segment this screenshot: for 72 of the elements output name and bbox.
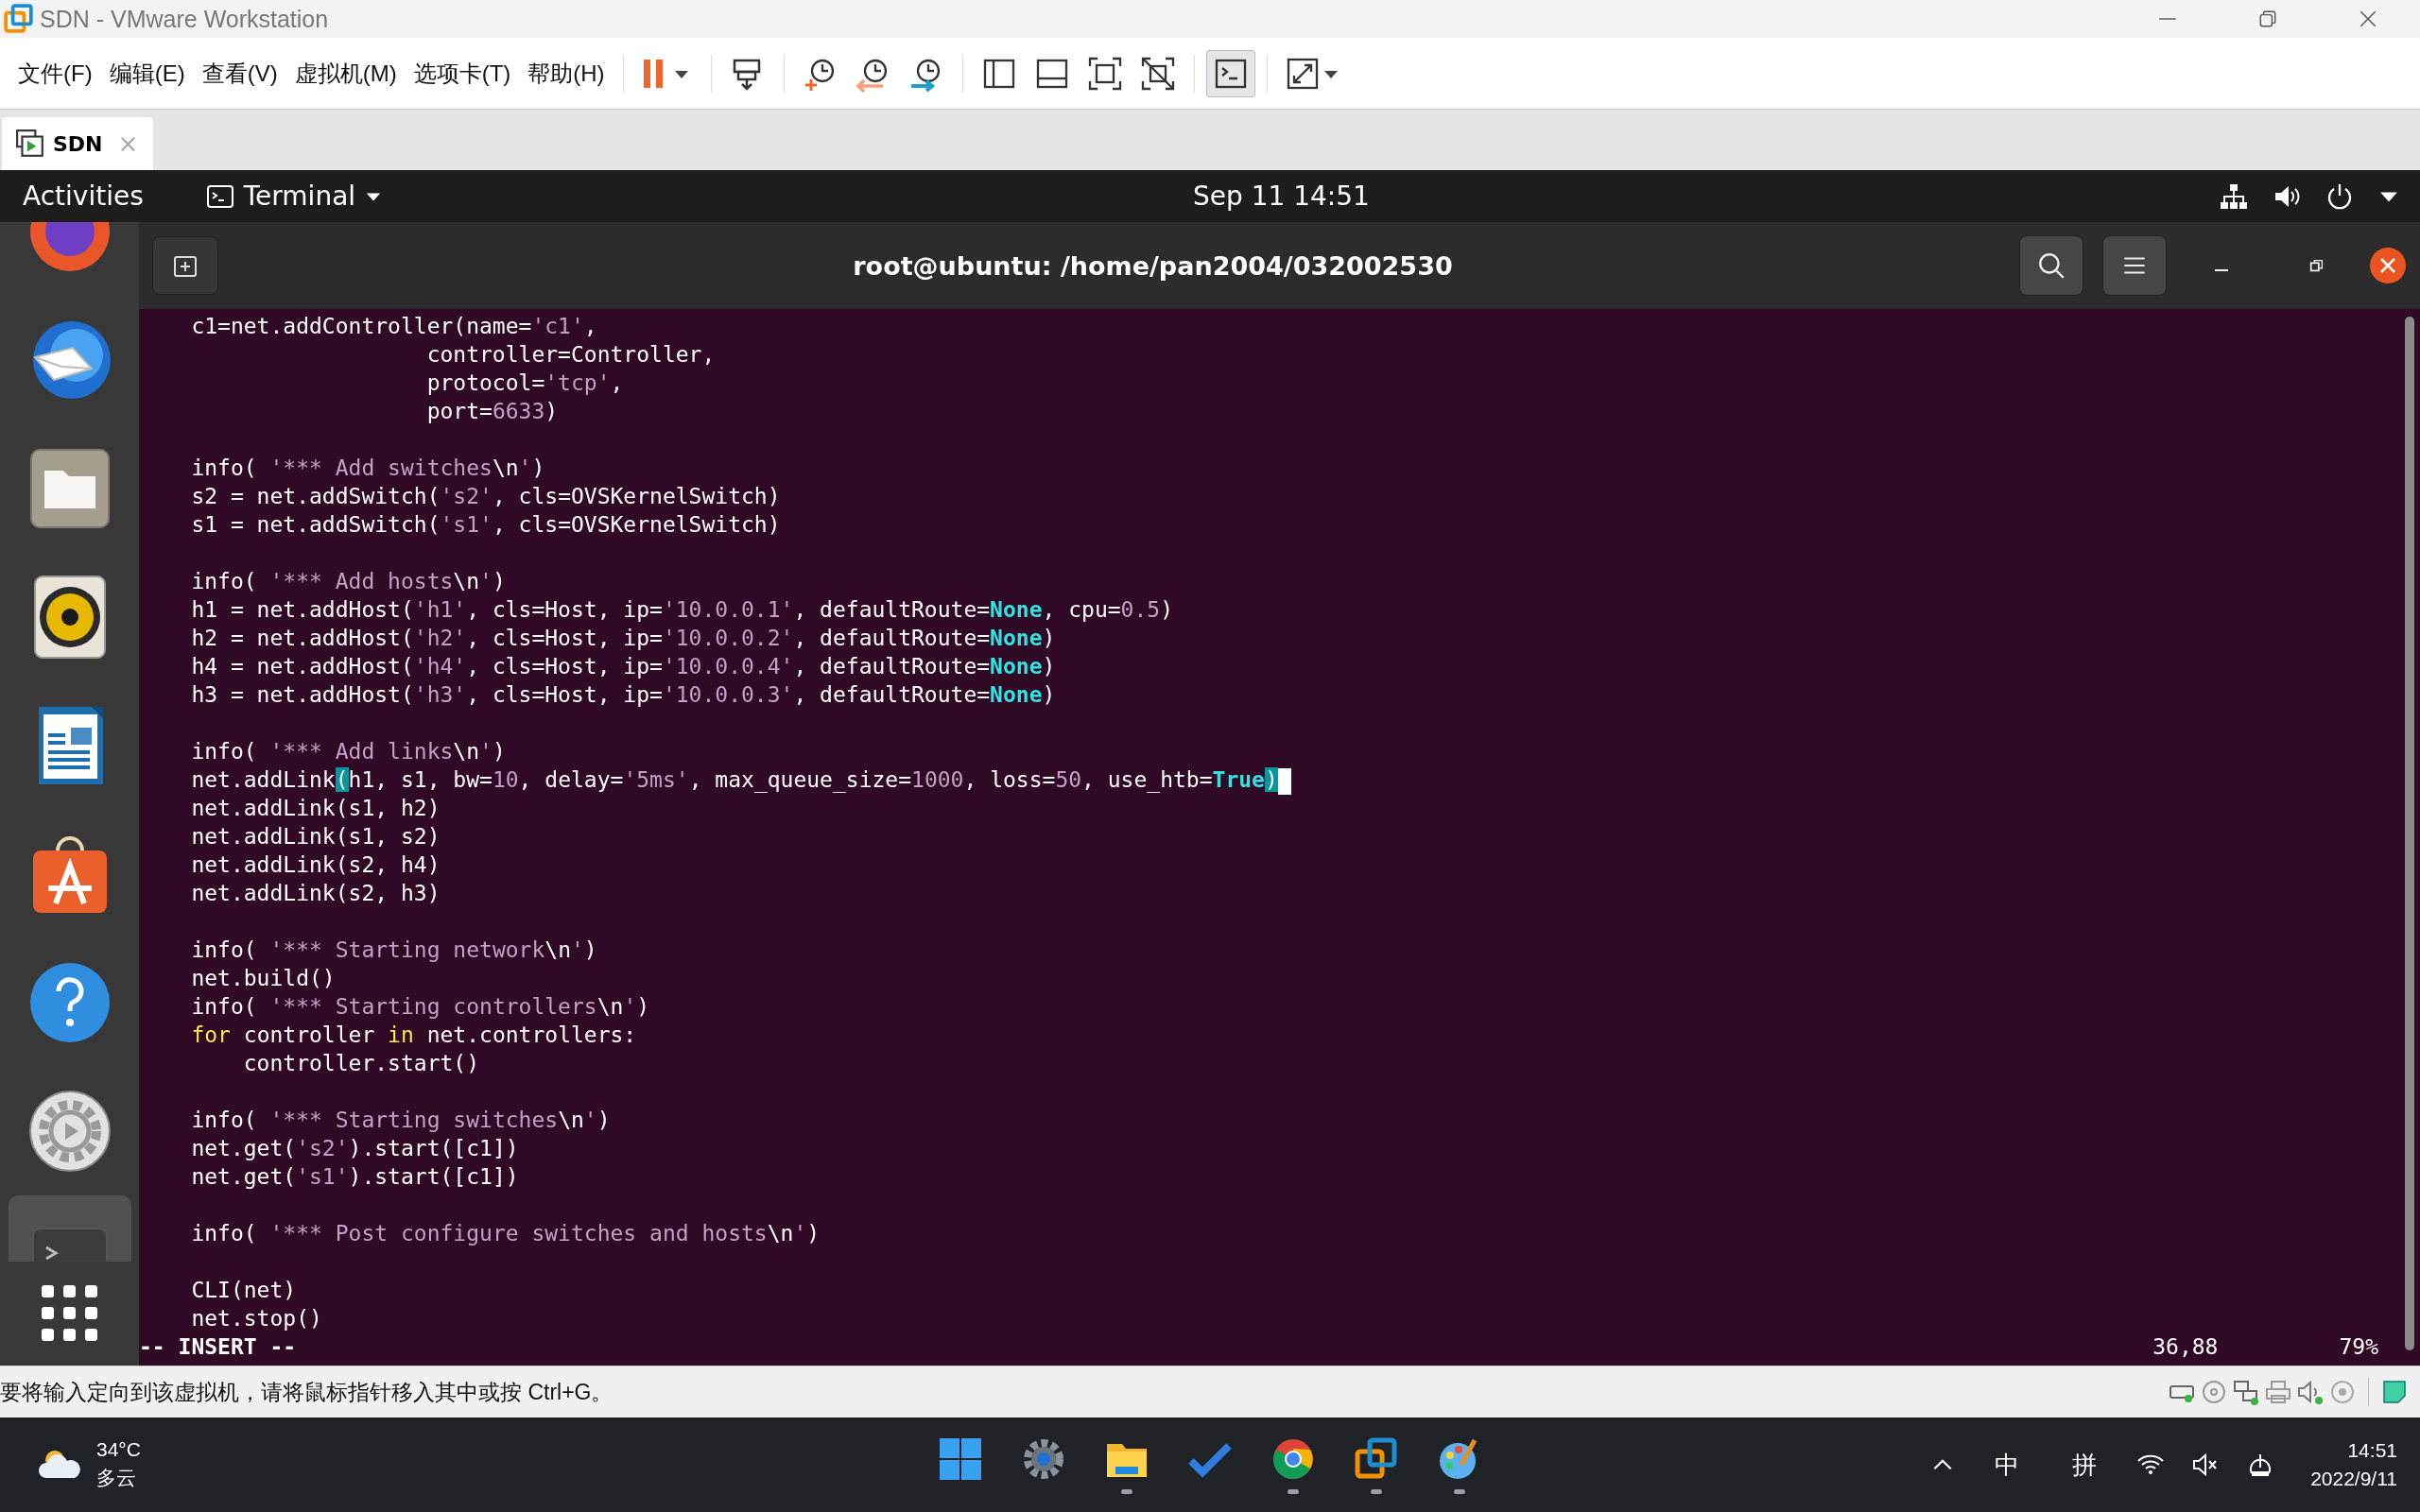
cursor-position: 36,88 xyxy=(2152,1333,2219,1361)
menu-button[interactable] xyxy=(2102,235,2167,296)
search-icon xyxy=(2036,250,2066,281)
date[interactable]: 2022/9/11 xyxy=(2310,1468,2397,1490)
network-icon[interactable] xyxy=(2220,181,2248,211)
code-line: info( '*** Starting controllers\n') xyxy=(190,993,651,1021)
menu-item[interactable]: 编辑(E) xyxy=(100,58,194,89)
code-line: net.addLink(s1, h2) xyxy=(190,795,441,822)
menu-item[interactable]: 帮助(H) xyxy=(519,58,614,89)
app-logo-icon xyxy=(4,4,34,34)
scroll-percent: 79% xyxy=(2339,1333,2378,1361)
input-method[interactable]: 拼 xyxy=(2072,1448,2098,1482)
clock[interactable]: Sep 11 14:51 xyxy=(1193,180,1370,212)
code-line: h2 = net.addHost('h2', cls=Host, ip='10.0.0.2', defaultRoute=None) xyxy=(190,625,1057,652)
start-icon[interactable] xyxy=(938,1435,983,1482)
close-icon[interactable] xyxy=(2358,9,2378,29)
menu-item[interactable]: 查看(V) xyxy=(193,58,286,89)
vm-tab[interactable]: SDN × xyxy=(2,117,154,170)
close-icon[interactable] xyxy=(2369,247,2407,284)
menu-item[interactable]: 选项卡(T) xyxy=(405,58,520,89)
overlapping-squares-icon[interactable] xyxy=(1354,1435,1399,1482)
new-tab-button[interactable] xyxy=(152,236,218,295)
input-mode[interactable]: 中 xyxy=(1995,1448,2020,1482)
code-line: net.addLink(s1, s2) xyxy=(190,823,441,850)
console-view-button[interactable] xyxy=(1205,49,1255,97)
power-icon[interactable] xyxy=(2325,181,2354,211)
code-line: CLI(net) xyxy=(190,1277,298,1304)
code-line: info( '*** Add links\n') xyxy=(190,738,507,765)
code-line: h3 = net.addHost('h3', cls=Host, ip='10.0.0.3', defaultRoute=None) xyxy=(190,681,1057,709)
code-line: info( '*** Starting switches\n') xyxy=(190,1107,612,1134)
time[interactable]: 14:51 xyxy=(2347,1439,2397,1462)
code-line: info( '*** Starting network\n') xyxy=(190,936,598,964)
restore-icon[interactable] xyxy=(2257,9,2278,29)
code-line: protocol='tcp', xyxy=(425,369,625,397)
code-line: net.stop() xyxy=(190,1305,323,1332)
code-line: net.addLink(s2, h3) xyxy=(190,880,441,907)
window-title: SDN - VMware Workstation xyxy=(40,5,329,33)
code-line: net.addLink(s2, h4) xyxy=(190,851,441,879)
code-line: info( '*** Add switches\n') xyxy=(190,455,546,482)
search-button[interactable] xyxy=(2019,235,2083,296)
activities-button[interactable]: Activities xyxy=(0,180,144,212)
temperature: 34°C xyxy=(96,1438,141,1461)
app-menu[interactable]: Terminal xyxy=(205,180,383,212)
terminal-title: root@ubuntu: /home/pan2004/032002530 xyxy=(852,250,1454,281)
code-line: s2 = net.addSwitch('s2', cls=OVSKernelSwitch) xyxy=(190,483,782,510)
code-line: controller.start() xyxy=(242,1050,481,1077)
code-line: net.build() xyxy=(190,965,337,992)
settings-icon[interactable] xyxy=(26,1089,112,1174)
app-grid-icon[interactable] xyxy=(41,1285,98,1342)
vm-running-icon xyxy=(15,129,45,159)
scrollbar[interactable] xyxy=(2405,317,2414,1350)
code-line: s1 = net.addSwitch('s1', cls=OVSKernelSwitch) xyxy=(190,511,782,539)
restore-icon[interactable] xyxy=(2308,257,2325,274)
menu-item[interactable]: 文件(F) xyxy=(9,58,101,89)
vim-mode: -- INSERT -- xyxy=(139,1333,297,1361)
code-line: h4 = net.addHost('h4', cls=Host, ip='10.0.0.4', defaultRoute=None) xyxy=(190,653,1057,680)
code-line: net.get('s1').start([c1]) xyxy=(190,1163,520,1191)
code-line: port=6633) xyxy=(425,398,560,425)
menu-item[interactable]: 虚拟机(M) xyxy=(285,58,406,89)
status-message: 要将输入定向到该虚拟机，请将鼠标指针移入其中或按 Ctrl+G。 xyxy=(0,1378,614,1406)
weather-condition: 多云 xyxy=(96,1466,137,1490)
note-icon[interactable] xyxy=(2380,1378,2409,1406)
code-line: net.get('s2').start([c1]) xyxy=(190,1135,520,1162)
code-line: info( '*** Post configure switches and hosts\n') xyxy=(190,1220,821,1247)
code-line: net.addLink(h1, s1, bw=10, delay='5ms', max_queue_size=1000, loss=50, use_htb=True) xyxy=(139,765,2399,794)
network-adapter-icon[interactable] xyxy=(2232,1378,2260,1406)
sound-icon[interactable] xyxy=(2296,1378,2325,1406)
code-line: controller=Controller, xyxy=(425,341,717,369)
code-line: info( '*** Add hosts\n') xyxy=(190,568,507,595)
code-line: h1 = net.addHost('h1', cls=Host, ip='10.0.0.1', defaultRoute=None, cpu=0.5) xyxy=(190,596,1174,624)
code-line: c1=net.addController(name='c1', xyxy=(190,313,598,340)
code-line: for controller in net.controllers: xyxy=(190,1022,638,1049)
